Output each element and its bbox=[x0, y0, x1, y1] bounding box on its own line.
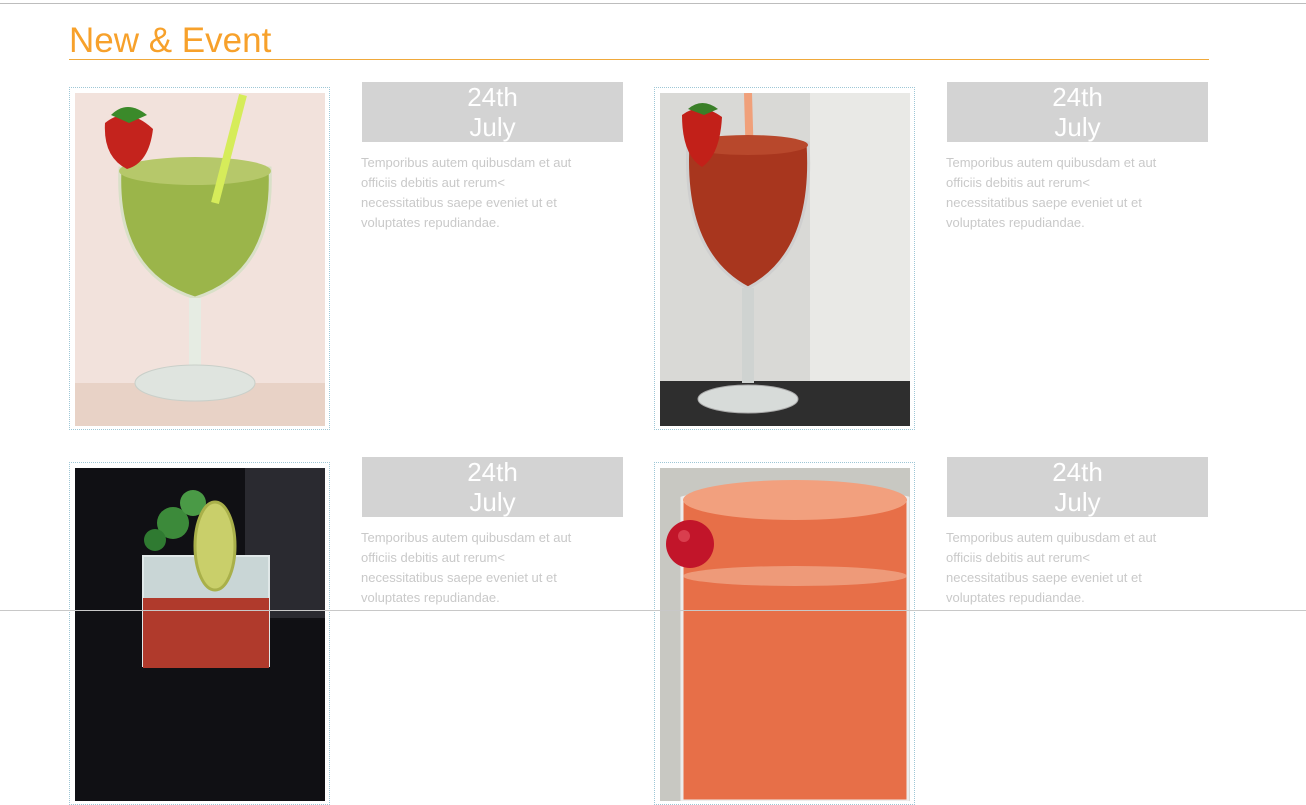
mojito-photo bbox=[75, 468, 325, 801]
event-photo-frame[interactable] bbox=[69, 87, 330, 430]
event-photo-frame[interactable] bbox=[654, 462, 915, 805]
event-description: Temporibus autem quibusdam et aut offici… bbox=[361, 530, 572, 605]
date-month: July bbox=[469, 112, 516, 142]
event-description: Temporibus autem quibusdam et aut offici… bbox=[361, 155, 572, 230]
date-day: 24th bbox=[467, 82, 518, 112]
event-photo-frame[interactable] bbox=[654, 87, 915, 430]
section-title: New & Event bbox=[69, 21, 272, 60]
event-description: Temporibus autem quibusdam et aut offici… bbox=[946, 530, 1157, 605]
date-month: July bbox=[1054, 112, 1101, 142]
kiwi-smoothie-photo bbox=[75, 93, 325, 426]
strawberry-smoothie-photo bbox=[660, 93, 910, 426]
date-month: July bbox=[1054, 487, 1101, 517]
date-day: 24th bbox=[467, 457, 518, 487]
title-underline bbox=[69, 59, 1209, 60]
date-month: July bbox=[469, 487, 516, 517]
event-description: Temporibus autem quibusdam et aut offici… bbox=[946, 155, 1157, 230]
event-photo-frame[interactable] bbox=[69, 462, 330, 805]
date-day: 24th bbox=[1052, 457, 1103, 487]
date-badge: 24th July bbox=[947, 82, 1208, 142]
top-divider bbox=[0, 3, 1306, 4]
date-badge: 24th July bbox=[362, 82, 623, 142]
date-badge: 24th July bbox=[947, 457, 1208, 517]
date-day: 24th bbox=[1052, 82, 1103, 112]
date-badge: 24th July bbox=[362, 457, 623, 517]
bottom-divider bbox=[0, 610, 1306, 611]
orange-smoothie-photo bbox=[660, 468, 910, 801]
